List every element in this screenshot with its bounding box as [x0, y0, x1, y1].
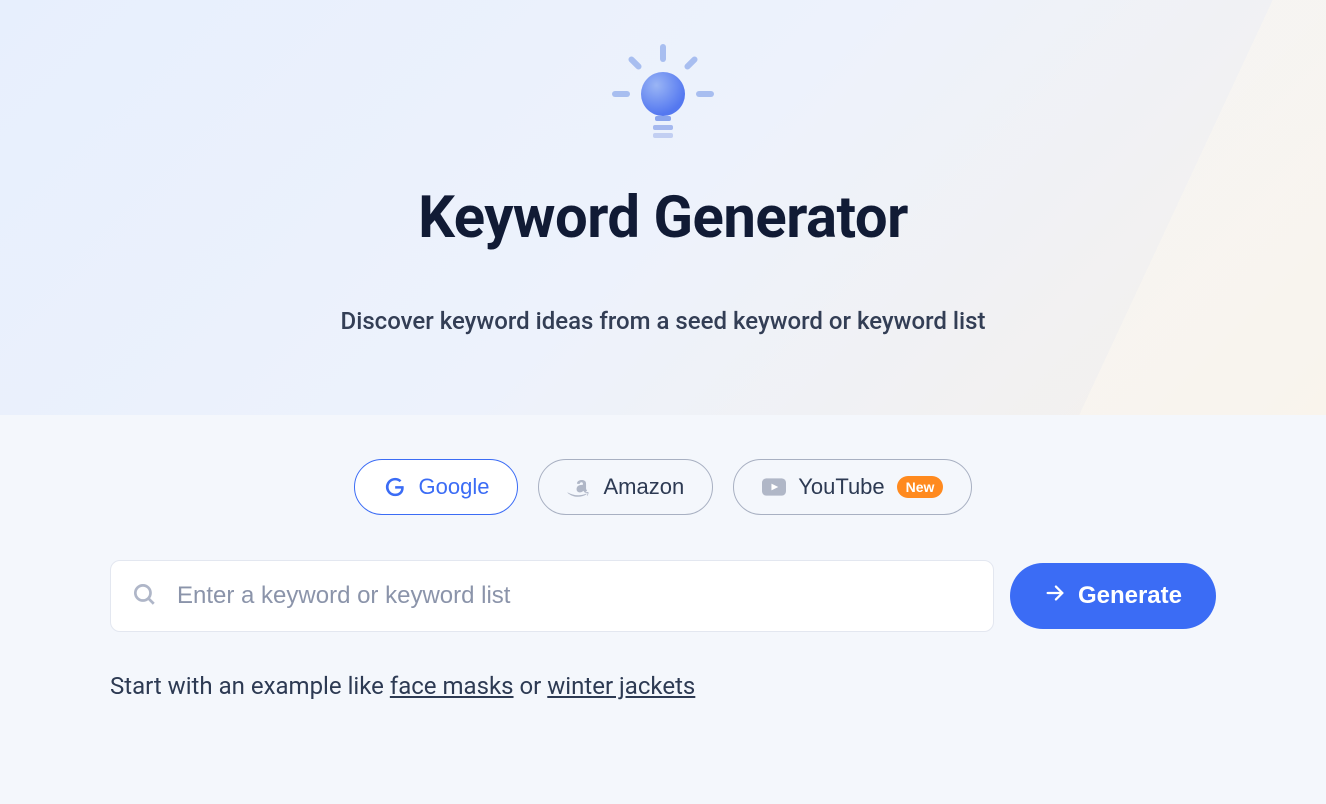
search-icon [131, 581, 157, 611]
tab-youtube-label: YouTube [798, 474, 884, 500]
example-link-winter-jackets[interactable]: winter jackets [547, 672, 695, 700]
page-subtitle: Discover keyword ideas from a seed keywo… [0, 307, 1326, 335]
hero-section: Keyword Generator Discover keyword ideas… [0, 0, 1326, 415]
search-row: Generate [0, 560, 1326, 632]
example-sep: or [514, 672, 548, 700]
tab-google-label: Google [419, 474, 490, 500]
new-badge: New [897, 476, 944, 498]
tab-amazon[interactable]: Amazon [538, 459, 713, 515]
tab-amazon-label: Amazon [603, 474, 684, 500]
source-tabs: Google Amazon YouTube New [0, 459, 1326, 515]
page-title: Keyword Generator [0, 184, 1326, 252]
generate-button[interactable]: Generate [1010, 563, 1216, 629]
tab-youtube[interactable]: YouTube New [733, 459, 972, 515]
keyword-input[interactable] [177, 561, 973, 631]
content-section: Google Amazon YouTube New [0, 415, 1326, 700]
amazon-icon [567, 475, 591, 499]
generate-button-label: Generate [1078, 582, 1182, 610]
example-prefix: Start with an example like [110, 672, 390, 700]
search-box [110, 560, 994, 632]
arrow-right-icon [1044, 582, 1066, 611]
youtube-icon [762, 475, 786, 499]
example-text: Start with an example like face masks or… [0, 672, 1326, 700]
lightbulb-icon [608, 40, 718, 160]
example-link-face-masks[interactable]: face masks [390, 672, 514, 700]
tab-google[interactable]: Google [354, 459, 519, 515]
google-icon [383, 475, 407, 499]
